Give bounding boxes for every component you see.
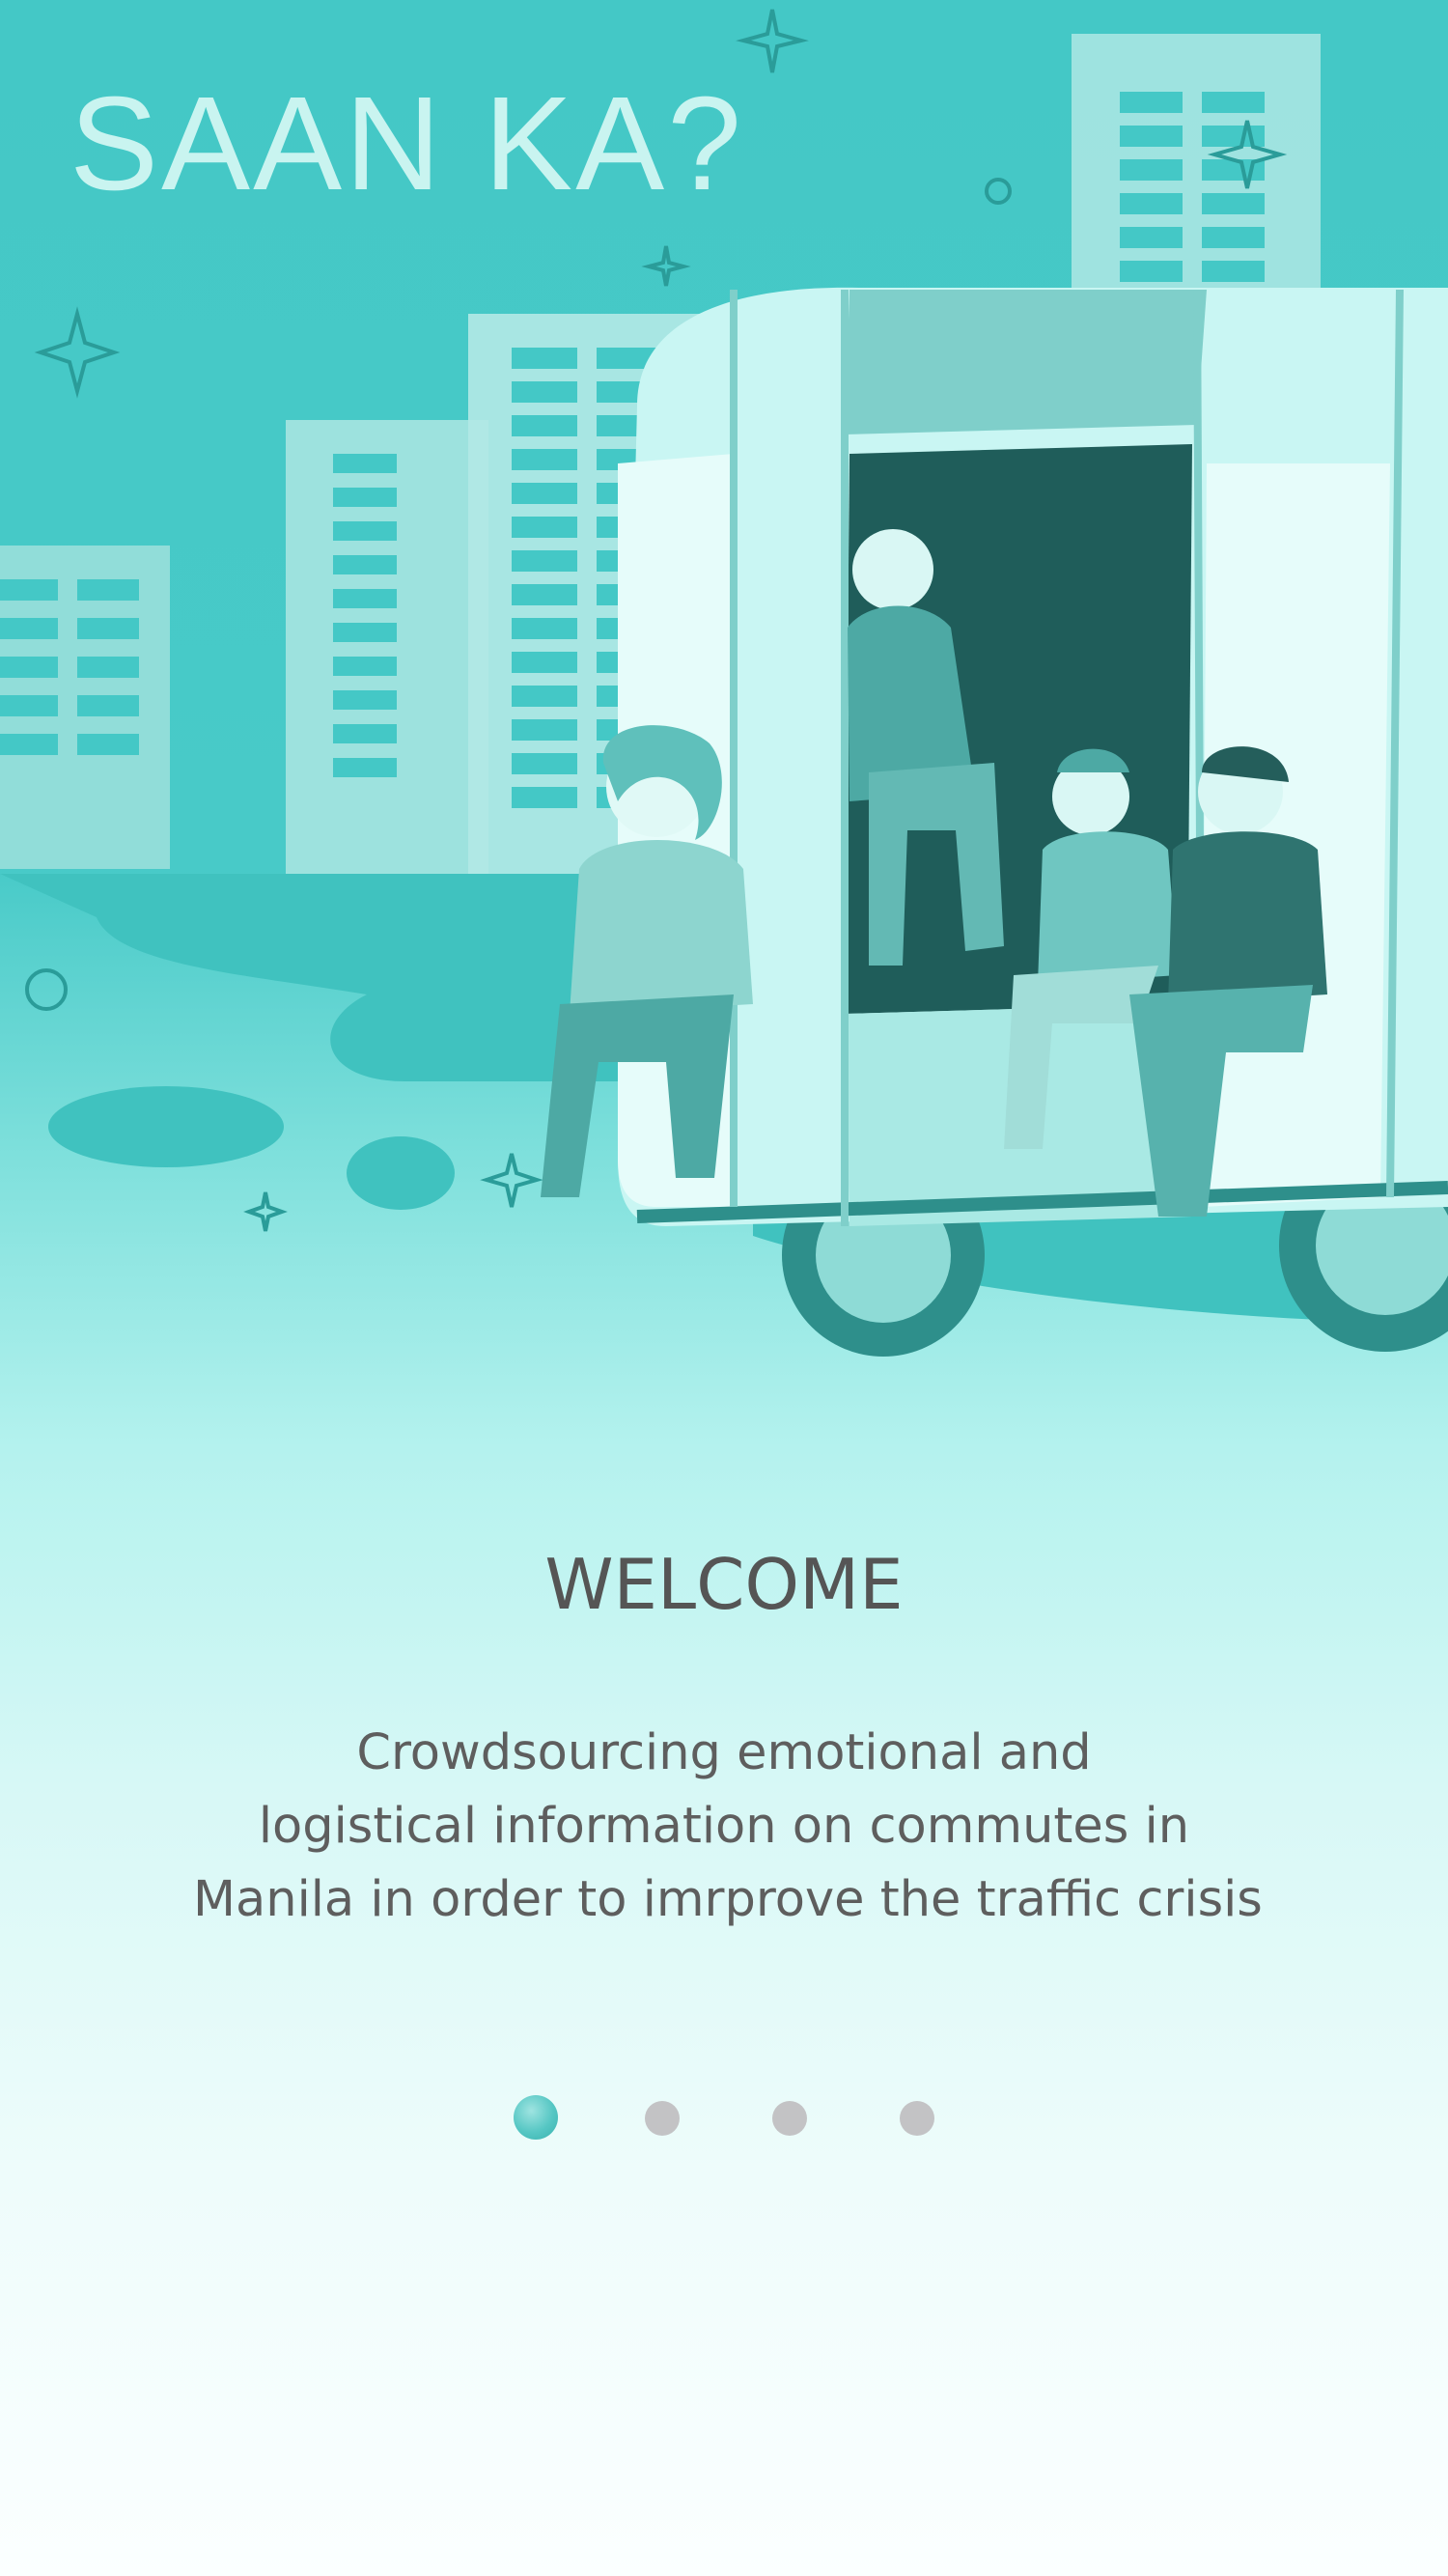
page-dot-4[interactable] bbox=[900, 2101, 934, 2136]
page-dot-1[interactable] bbox=[514, 2095, 558, 2140]
welcome-description-line: Crowdsourcing emotional and bbox=[356, 1724, 1092, 1781]
welcome-description: Crowdsourcing emotional and logistical i… bbox=[193, 1717, 1263, 1937]
welcome-description-line: logistical information on commutes in bbox=[258, 1798, 1190, 1855]
page-dot-2[interactable] bbox=[645, 2101, 680, 2136]
app-title: SAAN KA? bbox=[70, 70, 744, 218]
jeepney-vehicle bbox=[618, 287, 1448, 1357]
onboarding-screen: SAAN KA? WELCOME Crowdsourcing emotional… bbox=[0, 0, 1448, 2576]
welcome-heading: WELCOME bbox=[544, 1544, 904, 1625]
onboarding-pagination bbox=[0, 2095, 1448, 2140]
page-dot-3[interactable] bbox=[772, 2101, 807, 2136]
welcome-description-line: Manila in order to imrprove the traffic … bbox=[193, 1871, 1263, 1928]
